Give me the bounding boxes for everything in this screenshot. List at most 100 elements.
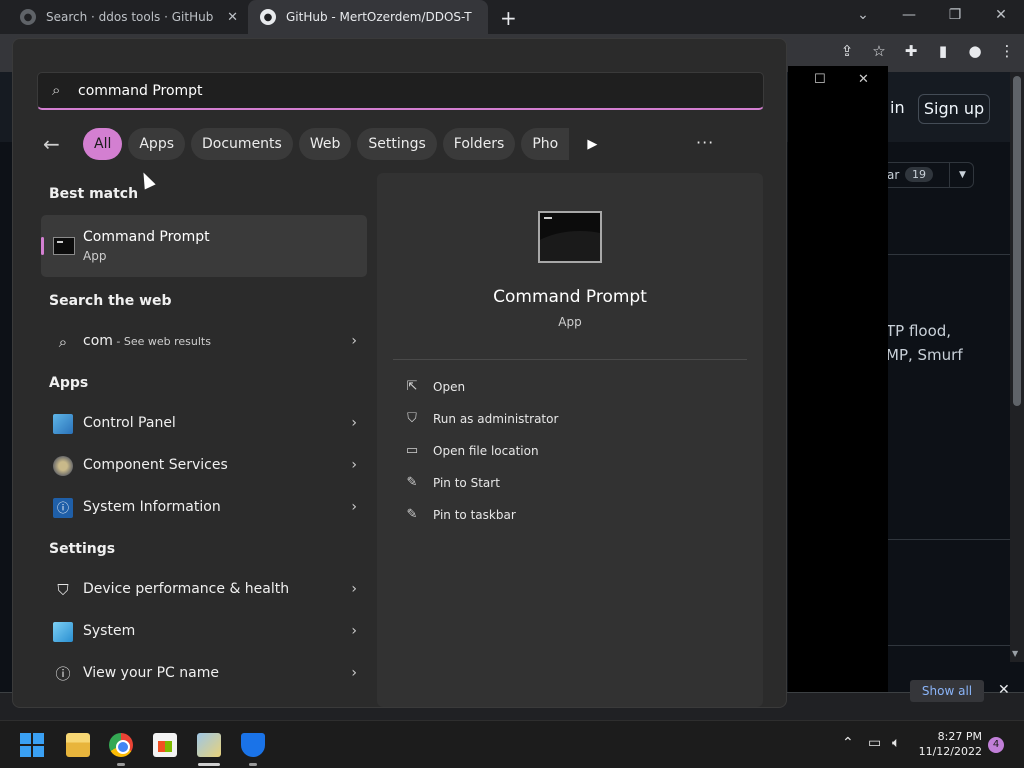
restore-icon[interactable]: ❐ xyxy=(932,0,978,34)
chevron-right-icon[interactable]: › xyxy=(351,623,357,639)
chrome-icon[interactable] xyxy=(109,733,133,757)
search-filters: ← All Apps Documents Web Settings Folder… xyxy=(43,128,597,160)
taskbar: ⌃ ▭ 🔈︎ 8:27 PM 11/12/2022 4 xyxy=(0,720,1024,768)
web-search-result[interactable]: ⌕ com - See web results › xyxy=(41,323,367,361)
github-favicon-icon: ● xyxy=(260,9,276,25)
system-information-icon: ⓘ xyxy=(53,498,73,518)
filter-photos[interactable]: Pho xyxy=(521,128,570,160)
shield-icon: ⛉ xyxy=(57,581,69,599)
app-item-system-information[interactable]: ⓘ System Information › xyxy=(41,489,367,527)
taskbar-clock[interactable]: 8:27 PM 11/12/2022 xyxy=(908,729,982,759)
network-icon[interactable]: ▭ xyxy=(868,735,881,751)
back-arrow-icon[interactable]: ← xyxy=(43,132,73,156)
scroll-down-icon[interactable]: ▼ xyxy=(1012,649,1018,658)
monitor-icon xyxy=(53,622,73,642)
new-tab-button[interactable]: + xyxy=(500,6,517,30)
repo-description-line: TP flood, xyxy=(886,322,952,340)
windows-security-icon[interactable] xyxy=(241,733,265,757)
filter-apps[interactable]: Apps xyxy=(128,128,186,160)
maximize-icon[interactable]: ☐ xyxy=(814,72,826,87)
search-box[interactable]: ⌕ xyxy=(37,72,764,110)
best-match-name: Command Prompt xyxy=(83,229,210,245)
action-label: Run as administrator xyxy=(433,412,559,426)
control-panel-icon xyxy=(53,414,73,434)
app-item-component-services[interactable]: Component Services › xyxy=(41,447,367,485)
more-options-icon[interactable]: ··· xyxy=(696,133,714,152)
close-tab-icon[interactable]: ✕ xyxy=(227,10,238,25)
app-item-control-panel[interactable]: Control Panel › xyxy=(41,405,367,443)
best-match-type: App xyxy=(83,249,107,263)
selection-accent xyxy=(41,237,44,255)
tab-search-github[interactable]: ● Search · ddos tools · GitHub ✕ xyxy=(8,0,246,34)
setting-item-label: Device performance & health xyxy=(83,581,290,597)
show-all-downloads-button[interactable]: Show all xyxy=(910,680,984,702)
sign-up-button[interactable]: Sign up xyxy=(918,94,990,124)
chevron-right-icon[interactable]: › xyxy=(351,457,357,473)
chevron-down-icon[interactable]: ▼ xyxy=(949,163,975,187)
tab-search-icon[interactable]: ⌄ xyxy=(840,0,886,34)
filter-all[interactable]: All xyxy=(83,128,123,160)
close-downloads-icon[interactable]: ✕ xyxy=(998,682,1010,698)
folder-icon: ▭ xyxy=(405,443,419,458)
chevron-right-icon[interactable]: › xyxy=(351,415,357,431)
volume-icon[interactable]: 🔈︎ xyxy=(892,735,900,751)
menu-icon[interactable]: ⋮ xyxy=(998,42,1016,60)
scroll-filters-right-icon[interactable]: ▶ xyxy=(587,137,597,152)
page-scrollbar[interactable]: ▼ xyxy=(1010,72,1024,662)
star-label: ar xyxy=(887,168,900,182)
app-item-label: Control Panel xyxy=(83,415,176,431)
admin-shield-icon: ⛉ xyxy=(407,411,417,426)
filter-folders[interactable]: Folders xyxy=(442,128,516,160)
divider xyxy=(888,645,1024,646)
tab-title: Search · ddos tools · GitHub xyxy=(46,10,214,24)
star-button[interactable]: ar 19 ▼ xyxy=(880,162,974,188)
notification-badge[interactable]: 4 xyxy=(988,737,1004,753)
chevron-right-icon[interactable]: › xyxy=(351,333,357,349)
share-icon[interactable]: ⇪ xyxy=(838,42,856,60)
filter-settings[interactable]: Settings xyxy=(357,128,437,160)
bookmark-star-icon[interactable]: ☆ xyxy=(870,42,888,60)
close-window-icon[interactable]: ✕ xyxy=(978,0,1024,34)
start-search-panel: ⌕ ← All Apps Documents Web Settings Fold… xyxy=(12,38,787,708)
close-icon[interactable]: ✕ xyxy=(858,72,869,87)
chevron-right-icon[interactable]: › xyxy=(351,581,357,597)
setting-item-system[interactable]: System › xyxy=(41,613,367,651)
side-panel-icon[interactable]: ▮ xyxy=(934,42,952,60)
browser-tabstrip: ● Search · ddos tools · GitHub ✕ ● GitHu… xyxy=(0,0,1024,34)
action-label: Open xyxy=(433,380,466,394)
action-label: Pin to taskbar xyxy=(433,508,516,522)
app-item-label: Component Services xyxy=(83,457,228,473)
profile-icon[interactable]: ● xyxy=(966,42,984,60)
microsoft-store-icon[interactable] xyxy=(153,733,177,757)
running-indicator xyxy=(117,763,125,766)
best-match-command-prompt[interactable]: Command Prompt App xyxy=(41,215,367,277)
show-hidden-icons-chevron-icon[interactable]: ⌃ xyxy=(842,735,854,751)
setting-item-device-performance[interactable]: ⛉ Device performance & health › xyxy=(41,571,367,609)
file-explorer-icon[interactable] xyxy=(66,733,90,757)
windows-start-icon[interactable] xyxy=(20,733,44,757)
filter-web[interactable]: Web xyxy=(298,128,352,160)
setting-item-pc-name[interactable]: ⓘ View your PC name › xyxy=(41,655,367,693)
tab-github-repo[interactable]: ● GitHub - MertOzerdem/DDOS-T xyxy=(248,0,488,34)
scrollbar-thumb[interactable] xyxy=(1013,76,1021,406)
command-prompt-icon xyxy=(53,237,75,255)
minimize-icon[interactable]: — xyxy=(886,0,932,34)
chevron-right-icon[interactable]: › xyxy=(351,665,357,681)
sign-in-link[interactable]: in xyxy=(890,98,905,117)
clock-date: 11/12/2022 xyxy=(918,745,982,758)
github-favicon-icon: ● xyxy=(20,9,36,25)
section-search-web: Search the web xyxy=(49,293,172,309)
filter-documents[interactable]: Documents xyxy=(191,128,293,160)
command-prompt-large-icon xyxy=(538,211,602,263)
repo-description-line: MP, Smurf xyxy=(886,346,963,364)
web-result-label: com - See web results xyxy=(83,333,211,349)
setting-item-label: View your PC name xyxy=(83,665,219,681)
section-settings: Settings xyxy=(49,541,116,557)
system-tool-icon[interactable] xyxy=(197,733,221,757)
search-input[interactable] xyxy=(78,79,738,103)
extensions-icon[interactable]: ✚ xyxy=(902,42,920,60)
info-icon: ⓘ xyxy=(55,665,71,683)
chevron-right-icon[interactable]: › xyxy=(351,499,357,515)
search-icon: ⌕ xyxy=(58,333,68,351)
preview-title: Command Prompt xyxy=(493,287,647,307)
